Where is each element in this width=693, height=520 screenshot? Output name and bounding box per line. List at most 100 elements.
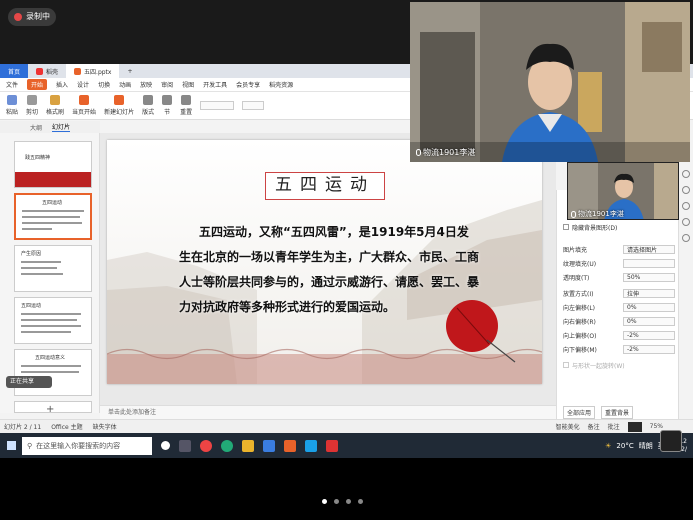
notes-placeholder[interactable]: 单击此处添加备注 (100, 405, 556, 419)
tool-icon[interactable] (682, 202, 690, 210)
cut-button[interactable]: 剪切 (26, 95, 38, 116)
slide-body-text[interactable]: 五四运动，又称“五四风雷”，是1919年5月4日发生在北京的一场以青年学生为主，… (179, 220, 479, 320)
task-view-icon[interactable] (179, 439, 191, 452)
wps-office-icon[interactable] (326, 439, 338, 452)
page-dot[interactable] (322, 499, 327, 504)
wps-icon[interactable] (284, 439, 296, 452)
reset-background-button[interactable]: 重置背景 (601, 406, 634, 419)
chrome-icon[interactable] (200, 439, 212, 452)
rotate-with-shape-checkbox[interactable]: 与形状一起旋转(W) (563, 360, 675, 370)
menu-start[interactable]: 开始 (27, 79, 48, 90)
slide-canvas[interactable]: 五四运动 五四运动，又称“五四风雷”，是1919年5月4日发生在北京的一场以青年… (107, 140, 542, 384)
small-camera-feed[interactable]: 物流1901李湛 (567, 162, 679, 220)
slide-thumb-1[interactable]: 1 践五四精神 (14, 141, 92, 188)
font-name-select[interactable] (200, 101, 235, 110)
add-slide-button[interactable]: + (46, 404, 54, 415)
tool-icon[interactable] (682, 170, 690, 178)
menu-transition[interactable]: 切换 (98, 80, 110, 89)
offset-bottom-input[interactable]: -2% (623, 344, 675, 354)
menu-insert[interactable]: 插入 (56, 80, 68, 89)
tool-icon[interactable] (682, 218, 690, 226)
thumb-line (22, 228, 52, 230)
comment-toggle[interactable]: 批注 (608, 422, 620, 431)
webcam-video (410, 2, 690, 162)
mic-icon (571, 210, 576, 218)
expand-view-button[interactable] (660, 430, 682, 452)
menu-design[interactable]: 设计 (77, 80, 89, 89)
file-explorer-icon[interactable] (242, 439, 254, 452)
tab-docer[interactable]: 稻壳 (28, 64, 66, 78)
missing-font-button[interactable]: 缺失字体 (93, 422, 117, 431)
store-icon[interactable] (263, 439, 275, 452)
transparency-slider[interactable]: 50% (623, 272, 675, 282)
menu-review[interactable]: 审阅 (161, 80, 173, 89)
smart-beautify-button[interactable]: 智能美化 (556, 422, 580, 431)
cortana-icon[interactable] (161, 441, 170, 450)
tool-icon[interactable] (682, 186, 690, 194)
meeting-app-icon[interactable] (305, 439, 317, 452)
slide-thumb-5[interactable]: 5 五四运动意义 (14, 349, 92, 396)
menu-docer-resources[interactable]: 稻壳资源 (269, 80, 293, 89)
zoom-level[interactable]: 75% (650, 423, 663, 430)
slide-thumb-2[interactable]: 2 五四运动 (14, 193, 92, 240)
section-icon (162, 95, 173, 105)
paste-button[interactable]: 粘贴 (6, 95, 18, 116)
tab-outline[interactable]: 大纲 (30, 123, 42, 132)
offset-left-input[interactable]: 0% (623, 302, 675, 312)
shared-screen: 录制中 首页 稻壳 五四.pptx + 文件 开始 插入 设计 切换 动画 放映… (0, 0, 693, 458)
page-dot[interactable] (358, 499, 363, 504)
temperature[interactable]: 20°C (616, 442, 633, 450)
new-slide-button[interactable]: 新建幻灯片 (104, 95, 134, 116)
thumb-title: 五四运动意义 (35, 355, 66, 361)
menu-file[interactable]: 文件 (6, 80, 18, 89)
texture-select[interactable] (623, 258, 675, 268)
slide-thumb-4[interactable]: 4 五四运动 (14, 297, 92, 344)
notes-toggle[interactable]: 备注 (588, 422, 600, 431)
taskbar-search[interactable]: ⚲ 在这里输入你要搜索的内容 (22, 436, 152, 455)
thumb-title: 五四运动 (21, 303, 42, 309)
page-dot[interactable] (346, 499, 351, 504)
menu-slideshow[interactable]: 放映 (140, 80, 152, 89)
tool-icon[interactable] (682, 234, 690, 242)
reset-icon (181, 95, 192, 105)
menu-devtools[interactable]: 开发工具 (203, 80, 227, 89)
apply-all-button[interactable]: 全部应用 (563, 406, 596, 419)
windows-taskbar: ⚲ 在这里输入你要搜索的内容 ☀ 20°C 晴朗 英 15:12 2022/ (0, 433, 693, 458)
offset-top-input[interactable]: -2% (623, 330, 675, 340)
edge-icon[interactable] (221, 439, 233, 452)
pptx-icon (74, 67, 82, 75)
section-button[interactable]: 节 (162, 95, 173, 116)
new-slide-icon (114, 95, 125, 105)
start-button[interactable] (0, 433, 22, 458)
paste-icon (7, 95, 17, 105)
thumb-line (21, 325, 81, 327)
play-from-current-button[interactable]: 当页开始 (72, 95, 96, 116)
hide-bg-label: 隐藏背景图形(D) (572, 224, 618, 232)
sharing-badge[interactable]: 正在共享 (6, 376, 52, 388)
recording-badge[interactable]: 录制中 (8, 8, 56, 26)
slide-title[interactable]: 五四运动 (265, 172, 385, 200)
menu-member[interactable]: 会员专享 (236, 80, 260, 89)
format-painter-button[interactable]: 格式刷 (46, 95, 64, 116)
layout-button[interactable]: 版式 (142, 95, 154, 116)
layout-label: 版式 (142, 109, 155, 116)
page-dot[interactable] (334, 499, 339, 504)
slideshow-play-button[interactable] (627, 421, 642, 432)
offset-right-input[interactable]: 0% (623, 316, 675, 326)
menu-animation[interactable]: 动画 (119, 80, 131, 89)
slide-thumb-3[interactable]: 3 产生原因 (14, 245, 92, 292)
new-tab-button[interactable]: + (119, 64, 140, 78)
thumb-line (22, 222, 82, 224)
checkbox-icon (563, 224, 569, 230)
tab-document[interactable]: 五四.pptx (66, 64, 120, 78)
reset-button[interactable]: 重置 (180, 95, 192, 116)
font-size-select[interactable] (242, 101, 265, 110)
placement-select[interactable]: 拉伸 (623, 288, 675, 298)
tab-slides[interactable]: 幻灯片 (52, 122, 71, 132)
hide-bg-checkbox[interactable]: 隐藏背景图形(D) (563, 222, 675, 232)
menu-view[interactable]: 视图 (182, 80, 194, 89)
tab-home[interactable]: 首页 (0, 64, 29, 78)
theme-name[interactable]: Office 主题 (51, 422, 82, 431)
picture-select[interactable]: 请选择图片 (623, 244, 675, 254)
thumb-line (22, 216, 80, 218)
